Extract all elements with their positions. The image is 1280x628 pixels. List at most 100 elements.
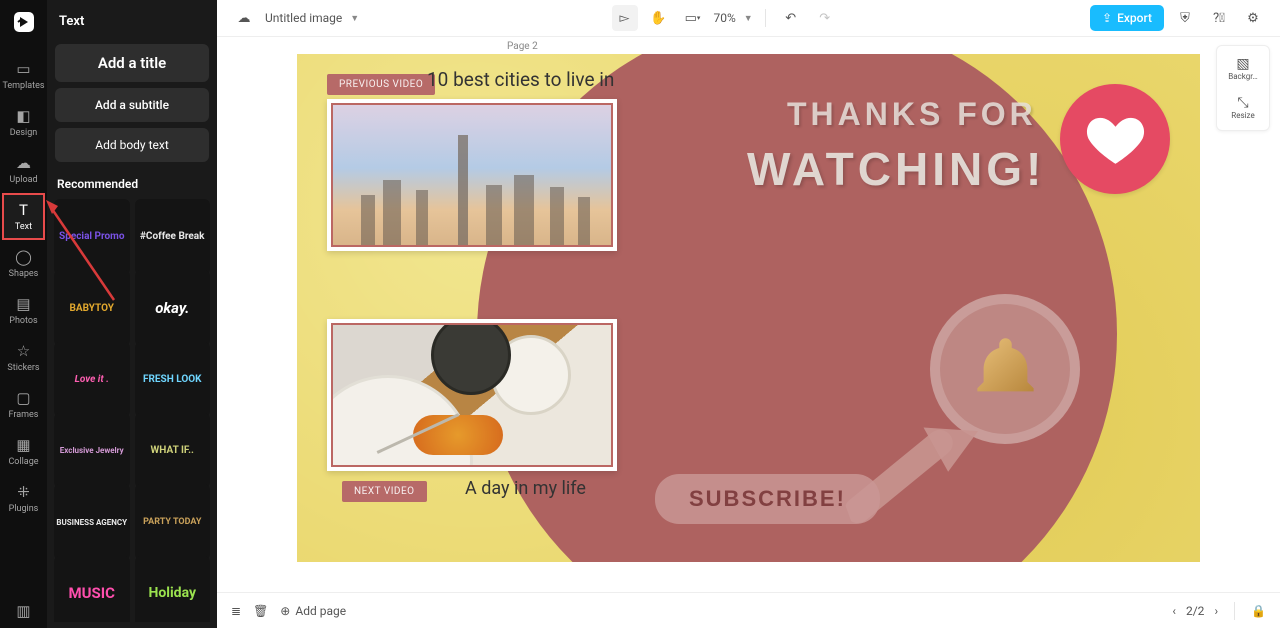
bottombar: ≣ 🗑 ⊕ Add page ‹ 2/2 › 🔒 bbox=[217, 592, 1280, 628]
select-tool-icon[interactable]: ▻ bbox=[612, 5, 638, 31]
recommended-tile-6[interactable]: Exclusive Jewelry bbox=[54, 413, 130, 489]
recommended-heading: Recommended bbox=[53, 165, 211, 199]
rail-collage[interactable]: ▦ Collage bbox=[2, 428, 44, 475]
lock-icon[interactable]: 🔒 bbox=[1251, 604, 1266, 618]
city-skyline-image bbox=[333, 105, 611, 245]
recommended-tile-3[interactable]: okay. bbox=[135, 270, 211, 346]
layers-icon[interactable]: ≣ bbox=[231, 604, 241, 618]
previous-video-frame[interactable] bbox=[327, 99, 617, 251]
thanks-line-1[interactable]: THANKS FOR bbox=[787, 96, 1037, 133]
add-title-button[interactable]: Add a title bbox=[55, 44, 209, 82]
delete-page-icon[interactable]: 🗑 bbox=[253, 604, 268, 618]
right-dock: ▧Backgr… ⤡Resize bbox=[1216, 45, 1270, 131]
previous-video-chip[interactable]: PREVIOUS VIDEO bbox=[327, 74, 435, 95]
upload-icon: ☁ bbox=[16, 154, 31, 172]
rail-label: Frames bbox=[9, 410, 39, 420]
heart-icon bbox=[1083, 107, 1148, 172]
undo-icon[interactable]: ↶ bbox=[778, 5, 804, 31]
recommended-tile-11[interactable]: Holiday bbox=[135, 556, 211, 622]
add-page-icon: ⊕ bbox=[280, 604, 290, 618]
export-button[interactable]: ⇪ Export bbox=[1090, 5, 1164, 31]
bell-icon bbox=[968, 332, 1043, 407]
rail-label: Upload bbox=[9, 175, 37, 185]
rail-text[interactable]: TText bbox=[2, 193, 44, 240]
plugins-icon: ⁜ bbox=[17, 483, 30, 501]
page-counter: 2/2 bbox=[1186, 604, 1204, 618]
zoom-level[interactable]: 70% bbox=[714, 11, 736, 25]
resize-icon: ⤡ bbox=[1237, 95, 1248, 111]
shapes-icon: ◯ bbox=[15, 248, 32, 266]
help-icon[interactable]: ?⃝ bbox=[1206, 5, 1232, 31]
next-page-icon[interactable]: › bbox=[1214, 604, 1218, 618]
recommended-tile-1[interactable]: #Coffee Break bbox=[135, 199, 211, 275]
crop-tool-icon[interactable]: ▭▾ bbox=[680, 5, 706, 31]
rail-label: Design bbox=[10, 128, 38, 138]
rail-label: Shapes bbox=[9, 269, 39, 279]
text-panel: Text Add a title Add a subtitle Add body… bbox=[47, 0, 217, 628]
recommended-tile-10[interactable]: MUSIC bbox=[54, 556, 130, 622]
pager: ‹ 2/2 › bbox=[1172, 604, 1218, 618]
rail-label: Plugins bbox=[9, 504, 39, 514]
rail-more[interactable]: ▥ bbox=[0, 594, 47, 628]
doc-dropdown-icon[interactable]: ▼ bbox=[350, 13, 359, 24]
document-title[interactable]: Untitled image bbox=[265, 11, 342, 25]
add-body-text-button[interactable]: Add body text bbox=[55, 128, 209, 162]
recommended-tile-0[interactable]: Special Promo bbox=[54, 199, 130, 275]
rail-design[interactable]: ◧Design bbox=[2, 99, 44, 146]
main-area: ☁ Untitled image ▼ ▻ ✋ ▭▾ 70% ▼ ↶ ↷ ⇪ Ex… bbox=[217, 0, 1280, 628]
design-canvas[interactable]: PREVIOUS VIDEO 10 best cities to live in bbox=[297, 54, 1200, 562]
topbar: ☁ Untitled image ▼ ▻ ✋ ▭▾ 70% ▼ ↶ ↷ ⇪ Ex… bbox=[217, 0, 1280, 37]
cloud-sync-icon[interactable]: ☁ bbox=[231, 5, 257, 31]
recommended-tile-2[interactable]: BABYTOY bbox=[54, 270, 130, 346]
background-icon: ▧ bbox=[1236, 56, 1249, 72]
app-logo[interactable] bbox=[8, 6, 40, 38]
food-plate-image bbox=[333, 325, 611, 465]
rail-plugins[interactable]: ⁜ Plugins bbox=[2, 475, 44, 522]
next-video-caption[interactable]: A day in my life bbox=[465, 478, 586, 499]
left-icon-rail: ▭ Templates ◧Design ☁ Upload TText ◯ Shapes ▤Pho… bbox=[0, 0, 47, 628]
redo-icon[interactable]: ↷ bbox=[812, 5, 838, 31]
rail-templates[interactable]: ▭ Templates bbox=[2, 52, 44, 99]
recommended-tile-7[interactable]: WHAT IF.. bbox=[135, 413, 211, 489]
hand-tool-icon[interactable]: ✋ bbox=[646, 5, 672, 31]
shield-icon[interactable]: ⛨ bbox=[1172, 5, 1198, 31]
recommended-grid: Special Promo#Coffee BreakBABYTOYokay.Lo… bbox=[53, 199, 211, 622]
subscribe-pill[interactable]: SUBSCRIBE! bbox=[655, 474, 880, 524]
next-video-frame[interactable] bbox=[327, 319, 617, 471]
rail-label: Templates bbox=[2, 81, 44, 91]
rail-stickers[interactable]: ☆ Stickers bbox=[2, 334, 44, 381]
add-page-label: Add page bbox=[295, 604, 346, 618]
recommended-tile-8[interactable]: BUSINESS AGENCY bbox=[54, 484, 130, 560]
heart-badge[interactable] bbox=[1060, 84, 1170, 194]
settings-icon[interactable]: ⚙ bbox=[1240, 5, 1266, 31]
rail-shapes[interactable]: ◯ Shapes bbox=[2, 240, 44, 287]
rail-frames[interactable]: ▢ Frames bbox=[2, 381, 44, 428]
canvas-viewport[interactable]: Page 2 ⊡ ⋯ ▧Backgr… ⤡Resize PREVIOUS VID… bbox=[217, 37, 1280, 592]
rail-label: Photos bbox=[9, 316, 37, 326]
thanks-line-2[interactable]: WATCHING! bbox=[747, 142, 1045, 196]
collage-icon: ▦ bbox=[16, 436, 30, 454]
add-subtitle-button[interactable]: Add a subtitle bbox=[55, 88, 209, 122]
previous-video-caption[interactable]: 10 best cities to live in bbox=[427, 68, 614, 91]
rail-photos[interactable]: ▤Photos bbox=[2, 287, 44, 334]
prev-page-icon[interactable]: ‹ bbox=[1172, 604, 1176, 618]
dock-resize[interactable]: ⤡Resize bbox=[1221, 89, 1265, 126]
recommended-tile-4[interactable]: Love it . bbox=[54, 342, 130, 418]
recommended-tile-5[interactable]: FRESH LOOK bbox=[135, 342, 211, 418]
separator bbox=[765, 9, 766, 27]
dock-background[interactable]: ▧Backgr… bbox=[1221, 50, 1265, 87]
page-label: Page 2 bbox=[217, 37, 538, 52]
rail-upload[interactable]: ☁ Upload bbox=[2, 146, 44, 193]
rail-label: Collage bbox=[8, 457, 38, 467]
dock-resize-label: Resize bbox=[1231, 111, 1254, 120]
recommended-tile-9[interactable]: PARTY TODAY bbox=[135, 484, 211, 560]
rail-label: Stickers bbox=[7, 363, 39, 373]
export-icon: ⇪ bbox=[1102, 11, 1112, 25]
add-page-button[interactable]: ⊕ Add page bbox=[280, 604, 346, 618]
dock-background-label: Backgr… bbox=[1228, 72, 1258, 81]
templates-icon: ▭ bbox=[16, 60, 30, 78]
stickers-icon: ☆ bbox=[17, 342, 30, 360]
frames-icon: ▢ bbox=[16, 389, 30, 407]
next-video-chip[interactable]: NEXT VIDEO bbox=[342, 481, 427, 502]
zoom-dropdown-icon[interactable]: ▼ bbox=[744, 13, 753, 24]
